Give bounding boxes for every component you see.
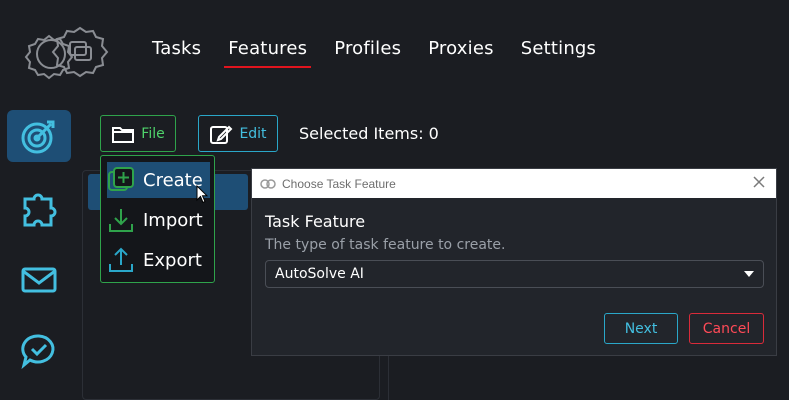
menu-item-import[interactable]: Import — [107, 202, 210, 238]
task-feature-label: Task Feature — [265, 212, 366, 231]
sidebar-item-profiles[interactable] — [7, 254, 71, 306]
sidebar-item-features[interactable] — [7, 183, 71, 235]
app-small-icon — [260, 178, 276, 189]
app-logo — [18, 12, 126, 96]
target-icon — [21, 120, 55, 154]
nav-proxies[interactable]: Proxies — [428, 38, 494, 59]
nav-features[interactable]: Features — [224, 38, 312, 68]
chevron-down-icon — [744, 271, 754, 277]
next-button[interactable]: Next — [604, 313, 678, 344]
choose-task-feature-dialog: Choose Task Feature Task Feature The typ… — [251, 168, 777, 356]
edit-button[interactable]: Edit — [198, 115, 278, 152]
cancel-button[interactable]: Cancel — [689, 313, 764, 344]
mail-icon — [21, 267, 57, 293]
file-menu: Create Import Export — [100, 155, 215, 283]
menu-item-export-label: Export — [143, 249, 202, 271]
nav-profiles[interactable]: Profiles — [334, 38, 401, 59]
create-icon — [107, 166, 135, 194]
export-icon — [107, 246, 135, 274]
folder-icon — [112, 126, 135, 143]
file-button-label: File — [141, 125, 165, 142]
import-icon — [107, 206, 135, 234]
edit-icon — [210, 125, 233, 144]
selected-items-count: Selected Items: 0 — [299, 124, 439, 143]
nav-tasks[interactable]: Tasks — [152, 38, 201, 59]
file-button[interactable]: File — [100, 115, 176, 152]
close-icon[interactable] — [752, 175, 766, 189]
menu-item-export[interactable]: Export — [107, 242, 210, 278]
chat-check-icon — [21, 334, 55, 370]
sidebar-item-tasks[interactable] — [7, 110, 71, 162]
edit-button-label: Edit — [239, 125, 267, 142]
task-feature-select[interactable]: AutoSolve AI — [265, 260, 764, 288]
mouse-cursor-icon — [196, 184, 209, 204]
nav-settings[interactable]: Settings — [521, 38, 596, 59]
task-feature-help: The type of task feature to create. — [265, 237, 506, 253]
main-nav: Tasks Features Profiles Proxies Settings — [152, 38, 596, 68]
dialog-titlebar[interactable]: Choose Task Feature — [252, 169, 776, 198]
menu-item-create-label: Create — [143, 169, 203, 191]
menu-item-create[interactable]: Create — [107, 162, 210, 198]
dialog-title: Choose Task Feature — [282, 176, 396, 191]
puzzle-icon — [23, 193, 57, 227]
task-feature-value: AutoSolve AI — [275, 266, 364, 282]
sidebar-item-support[interactable] — [7, 325, 71, 377]
menu-item-import-label: Import — [143, 209, 203, 231]
